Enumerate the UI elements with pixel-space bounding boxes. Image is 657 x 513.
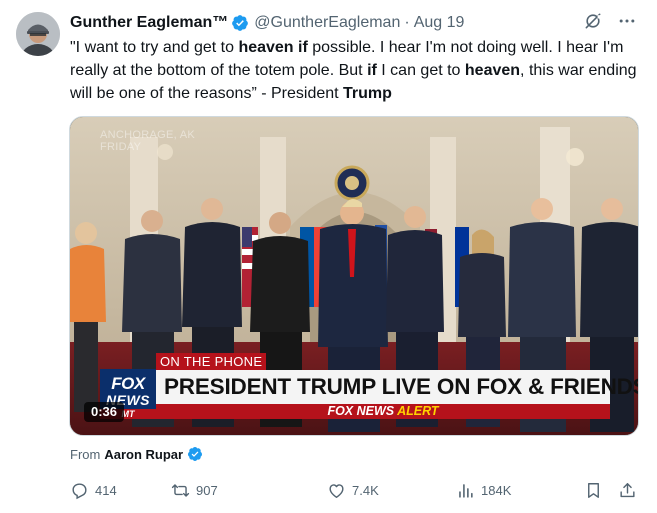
- more-icon[interactable]: [617, 11, 637, 31]
- tweet-text-bold: if: [298, 39, 308, 56]
- tweet-text-bold: Trump: [343, 85, 392, 102]
- verified-badge-icon: [188, 447, 203, 461]
- tweet-text-run: I can get to: [376, 62, 465, 79]
- author-avatar[interactable]: [16, 12, 60, 56]
- tweet-text-run: "I want to try and get to: [70, 39, 239, 56]
- tweet-text: "I want to try and get to heaven if poss…: [70, 36, 640, 105]
- bookmark-button[interactable]: [584, 478, 603, 502]
- views-icon: [459, 483, 473, 498]
- reply-count: 414: [95, 482, 117, 498]
- share-icon: [620, 482, 635, 497]
- reply-button[interactable]: 414: [70, 478, 117, 502]
- avatar-image: [16, 12, 60, 56]
- heart-icon: [329, 483, 344, 498]
- video-source-attribution: From Aaron Rupar: [70, 446, 203, 462]
- bookmark-icon: [588, 482, 599, 498]
- like-button[interactable]: 7.4K: [327, 478, 379, 502]
- alert-brand: FOX NEWS: [327, 404, 395, 418]
- source-author-link[interactable]: Aaron Rupar: [104, 447, 183, 462]
- header-actions: [583, 11, 637, 31]
- video-location-watermark: ANCHORAGE, AK FRIDAY: [100, 129, 195, 153]
- news-headline: PRESIDENT TRUMP LIVE ON FOX & FRIENDS: [156, 370, 638, 404]
- like-count: 7.4K: [352, 482, 379, 498]
- video-duration-badge: 0:36: [84, 402, 125, 422]
- tweet-text-bold: if: [367, 62, 377, 79]
- on-the-phone-tag: ON THE PHONE: [156, 353, 267, 370]
- tweet-text-bold: heaven: [238, 39, 294, 56]
- watermark-line: ANCHORAGE, AK: [100, 129, 195, 141]
- reply-icon: [72, 482, 87, 499]
- tweet-text-bold: heaven: [464, 62, 521, 79]
- separator-dot: ·: [404, 14, 410, 31]
- views-button[interactable]: 184K: [456, 478, 511, 502]
- logo-line: FOX: [111, 374, 145, 393]
- share-button[interactable]: [618, 478, 637, 502]
- video-player[interactable]: ANCHORAGE, AK FRIDAY ON THE PHONE PRESID…: [69, 116, 639, 436]
- tweet-actions: 414 907 7.4K 184K: [70, 478, 640, 502]
- author-name[interactable]: Gunther Eagleman™: [70, 14, 228, 32]
- repost-count: 907: [196, 482, 218, 498]
- tweet-card[interactable]: Gunther Eagleman™ @GuntherEagleman · Aug…: [0, 0, 657, 513]
- repost-button[interactable]: 907: [171, 478, 218, 502]
- tweet-header: Gunther Eagleman™ @GuntherEagleman · Aug…: [70, 11, 637, 35]
- news-alert-bar: FOX NEWS ALERT: [156, 404, 610, 419]
- watermark-line: FRIDAY: [100, 141, 142, 153]
- author-handle[interactable]: @GuntherEagleman: [254, 14, 400, 32]
- verified-badge-icon: [232, 15, 249, 31]
- alert-word: ALERT: [397, 404, 439, 418]
- news-lower-third: ON THE PHONE PRESIDENT TRUMP LIVE ON FOX…: [100, 353, 638, 423]
- grok-icon[interactable]: [583, 11, 603, 31]
- tweet-date[interactable]: Aug 19: [414, 14, 465, 32]
- view-count: 184K: [481, 482, 512, 498]
- from-prefix: From: [70, 446, 101, 462]
- repost-icon: [171, 483, 190, 497]
